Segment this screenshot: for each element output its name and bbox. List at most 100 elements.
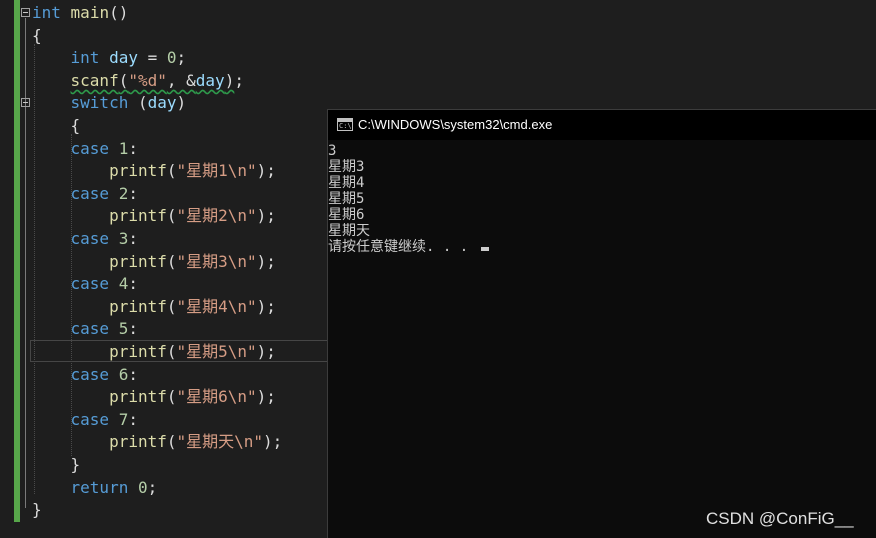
code-line[interactable]: return 0; bbox=[32, 477, 158, 499]
code-token: ( bbox=[166, 387, 177, 407]
code-line[interactable]: case 2: bbox=[32, 183, 138, 205]
code-line[interactable]: case 3: bbox=[32, 228, 138, 250]
code-line[interactable]: int day = 0; bbox=[32, 47, 187, 69]
code-line[interactable]: { bbox=[32, 25, 42, 47]
code-token: case bbox=[70, 319, 110, 339]
code-line[interactable]: printf("星期3\n"); bbox=[32, 251, 276, 273]
cmd-window-icon[interactable]: C:\ bbox=[337, 118, 353, 131]
code-line[interactable]: scanf("%d", &day); bbox=[32, 70, 244, 92]
code-token: ; bbox=[147, 477, 158, 497]
console-line: 星期天 bbox=[328, 223, 370, 239]
code-token: "星期1\n" bbox=[176, 161, 257, 181]
code-token: main bbox=[70, 3, 110, 22]
code-line[interactable]: printf("星期1\n"); bbox=[32, 160, 276, 182]
code-line[interactable]: case 1: bbox=[32, 138, 138, 160]
console-output: 3 星期3 星期4 星期5 星期6 星期天 请按任意键继续. . . bbox=[328, 143, 489, 255]
code-line[interactable]: case 6: bbox=[32, 364, 138, 386]
code-token: int bbox=[70, 48, 100, 68]
code-line[interactable]: case 7: bbox=[32, 409, 138, 431]
code-token: ( bbox=[166, 251, 177, 271]
code-token: ( bbox=[166, 161, 177, 181]
code-token: 7 bbox=[118, 409, 129, 429]
code-line[interactable]: } bbox=[32, 499, 42, 521]
cmd-title: C:\WINDOWS\system32\cmd.exe bbox=[358, 117, 553, 132]
code-line[interactable]: { bbox=[32, 115, 81, 137]
code-line[interactable]: printf("星期6\n"); bbox=[32, 386, 276, 408]
code-token: : bbox=[128, 138, 138, 158]
code-token: { bbox=[32, 25, 42, 45]
code-token: printf bbox=[109, 206, 167, 226]
code-line[interactable]: printf("星期5\n"); bbox=[32, 341, 276, 363]
cmd-window[interactable]: C:\ C:\WINDOWS\system32\cmd.exe 3 星期3 星期4 星… bbox=[327, 109, 876, 538]
code-token: 3 bbox=[118, 229, 129, 248]
code-token: "星期天\n" bbox=[176, 432, 264, 452]
code-line[interactable]: case 4: bbox=[32, 273, 138, 295]
console-line: 请按任意键继续. . . bbox=[328, 239, 489, 255]
code-token: ( bbox=[166, 342, 177, 361]
code-token: : bbox=[128, 364, 138, 384]
code-token: : bbox=[128, 229, 138, 248]
code-token: day bbox=[195, 70, 225, 90]
code-token: "星期5\n" bbox=[176, 342, 257, 361]
code-token: ); bbox=[256, 161, 276, 181]
code-token: case bbox=[70, 183, 110, 203]
code-line[interactable]: switch (day) bbox=[32, 92, 187, 114]
code-token: : bbox=[128, 319, 138, 339]
code-token: 0 bbox=[137, 477, 148, 497]
code-token: printf bbox=[109, 387, 167, 407]
code-token: 2 bbox=[118, 183, 129, 203]
code-token: = bbox=[137, 48, 167, 68]
console-line: 星期4 bbox=[328, 175, 365, 191]
code-token: printf bbox=[109, 432, 167, 452]
code-token: 4 bbox=[118, 274, 129, 294]
cmd-titlebar[interactable]: C:\ C:\WINDOWS\system32\cmd.exe bbox=[328, 110, 876, 140]
console-line: 3 bbox=[328, 143, 337, 159]
code-token: } bbox=[32, 500, 42, 520]
code-line[interactable]: } bbox=[32, 454, 81, 476]
code-token: case bbox=[70, 409, 110, 429]
code-token: { bbox=[32, 116, 81, 135]
code-token: 5 bbox=[118, 319, 129, 339]
code-token: : bbox=[128, 274, 138, 294]
code-line[interactable]: printf("星期4\n"); bbox=[32, 296, 276, 318]
code-token: "星期2\n" bbox=[176, 206, 257, 226]
code-token: ) bbox=[176, 93, 187, 113]
code-line[interactable]: case 5: bbox=[32, 318, 138, 340]
code-token: ( bbox=[166, 296, 177, 316]
code-token: () bbox=[109, 3, 129, 22]
cmd-icon-label: C:\ bbox=[339, 122, 352, 130]
code-line[interactable]: printf("星期天\n"); bbox=[32, 431, 282, 453]
code-token: switch bbox=[70, 93, 129, 113]
text-cursor bbox=[480, 247, 489, 251]
fold-switch-icon[interactable] bbox=[21, 98, 30, 107]
code-token: printf bbox=[109, 296, 167, 316]
code-token: ( bbox=[166, 432, 177, 452]
code-line[interactable]: int main() bbox=[32, 2, 128, 24]
code-line[interactable]: printf("星期2\n"); bbox=[32, 205, 276, 227]
fold-main-icon[interactable] bbox=[21, 8, 30, 17]
